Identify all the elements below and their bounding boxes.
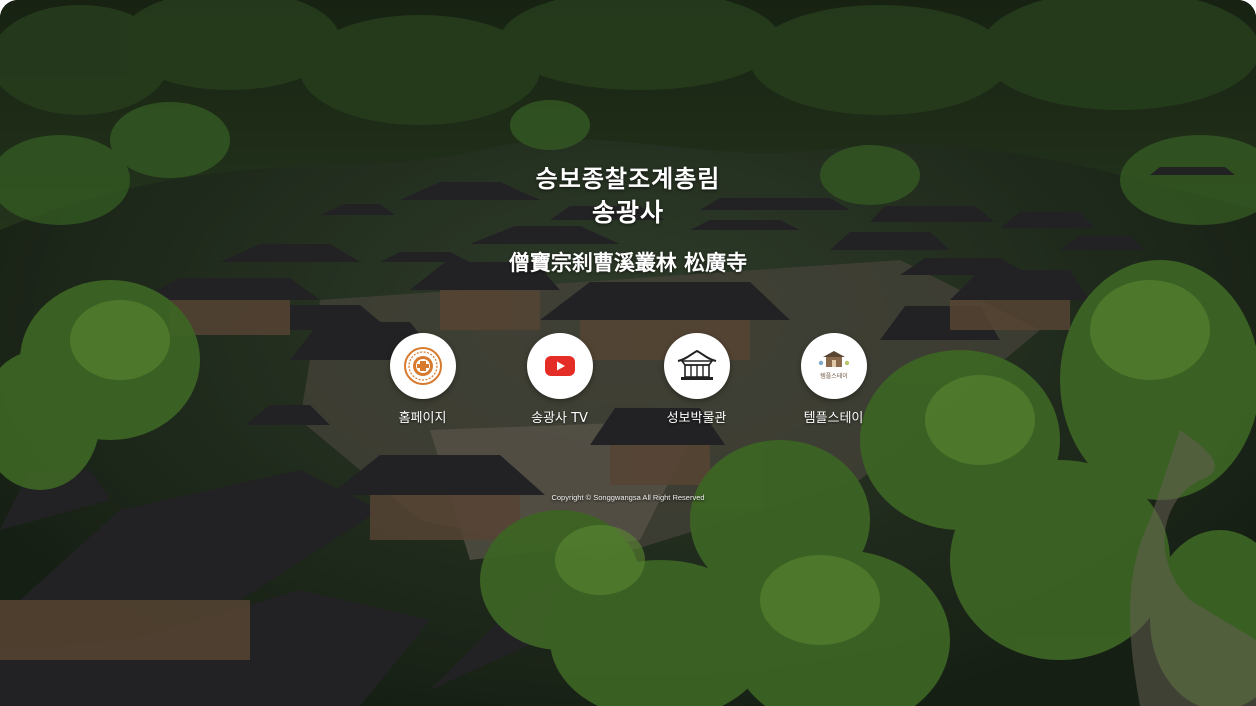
museum-link[interactable]: 성보박물관	[663, 333, 730, 426]
museum-building-icon	[677, 349, 716, 380]
homepage-link-label[interactable]: 홈페이지	[399, 407, 447, 426]
temple-emblem-icon	[403, 347, 442, 385]
title-line-1: 승보종찰조계총림	[535, 164, 721, 193]
templestay-link[interactable]: 템플스테이 템플스테이	[800, 333, 867, 426]
main-page: 승보종찰조계총림 송광사 僧寶宗刹曹溪叢林 松廣寺 홈페이지 송광사 TV 성보…	[0, 0, 1256, 706]
quick-links: 홈페이지 송광사 TV 성보박물관 템플스테이 템플스테이	[0, 333, 1256, 426]
templestay-link-label[interactable]: 템플스테이	[804, 407, 864, 426]
museum-link-circle[interactable]	[663, 333, 730, 399]
homepage-link[interactable]: 홈페이지	[389, 333, 456, 426]
title-line-2: 송광사	[591, 198, 664, 227]
copyright-text: Copyright © Songgwangsa All Right Reserv…	[551, 493, 705, 502]
homepage-link-circle[interactable]	[389, 333, 456, 399]
youtube-tv-link-label[interactable]: 송광사 TV	[531, 407, 588, 426]
youtube-play-icon	[544, 356, 575, 376]
title-hanja: 僧寶宗刹曹溪叢林 松廣寺	[508, 250, 748, 275]
site-title: 승보종찰조계총림 송광사 僧寶宗刹曹溪叢林 松廣寺	[0, 162, 1256, 278]
youtube-tv-link[interactable]: 송광사 TV	[526, 333, 593, 426]
templestay-logo-text: 템플스테이	[820, 372, 848, 380]
youtube-tv-link-circle[interactable]	[526, 333, 593, 399]
museum-link-label[interactable]: 성보박물관	[667, 407, 727, 426]
templestay-logo-icon: 템플스테이	[818, 351, 849, 380]
templestay-link-circle[interactable]: 템플스테이	[800, 333, 867, 399]
